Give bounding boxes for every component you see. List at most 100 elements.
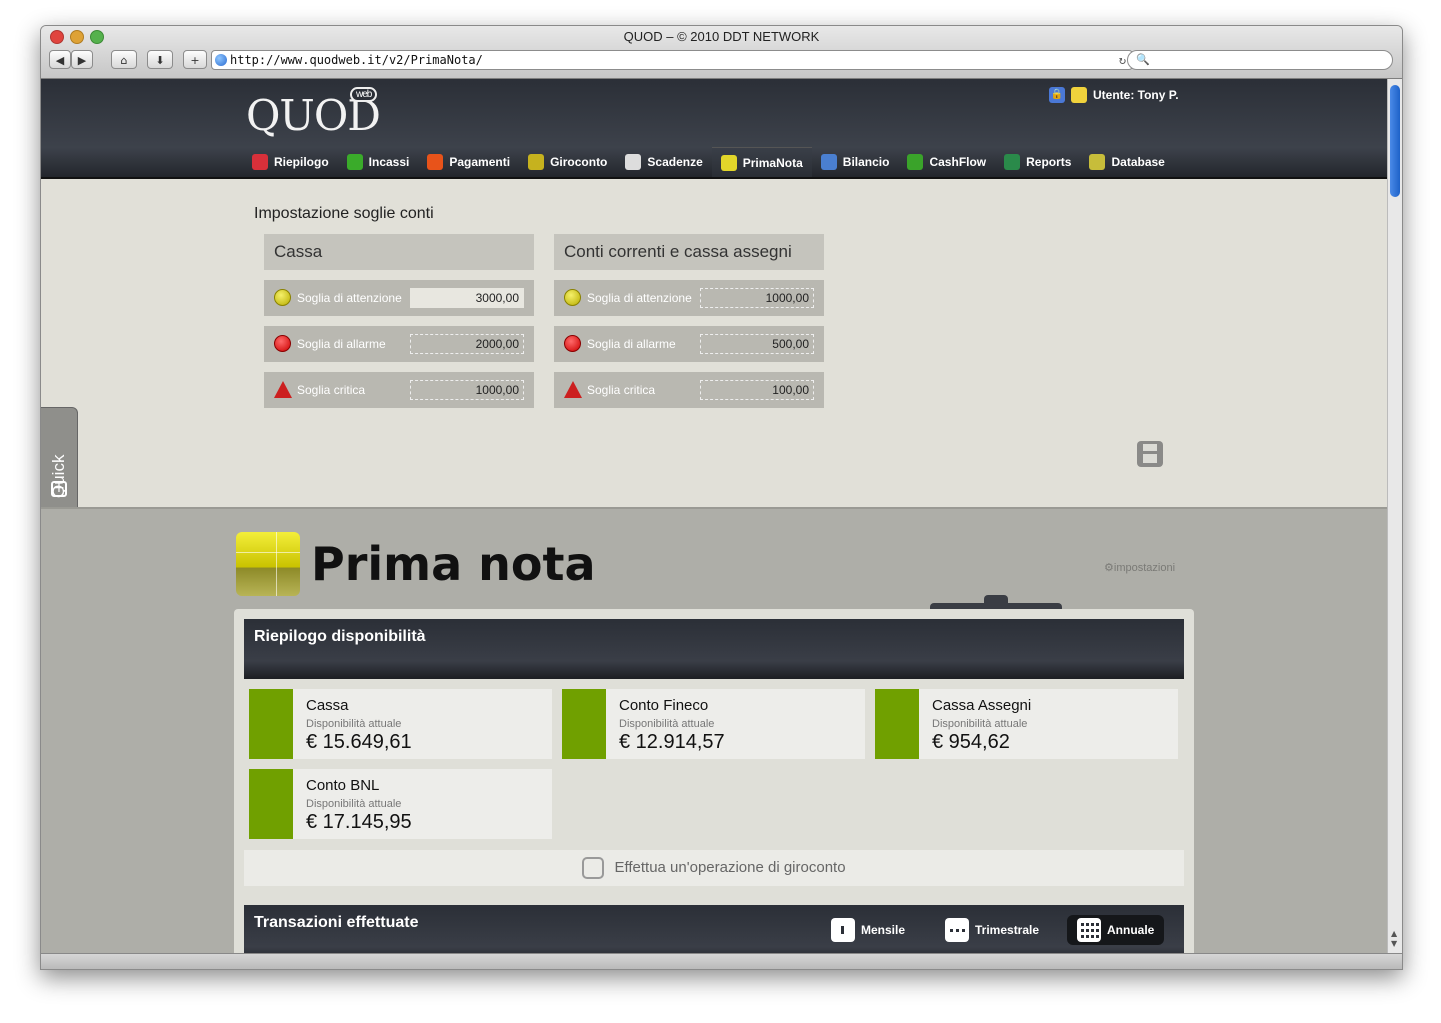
user-box: 🔒 Utente: Tony P. — [1049, 87, 1179, 103]
threshold-row: Soglia di attenzione 1000,00 — [554, 280, 824, 316]
nav-scadenze[interactable]: Scadenze — [616, 147, 711, 177]
threshold-label: Soglia di allarme — [587, 337, 676, 351]
account-card[interactable]: Conto Fineco Disponibilità attuale € 12.… — [562, 689, 865, 759]
threshold-input[interactable]: 2000,00 — [410, 334, 524, 354]
warning-dot-icon — [274, 289, 291, 306]
threshold-panel: Impostazione soglie conti Cassa Soglia d… — [41, 179, 1387, 517]
threshold-input[interactable]: 3000,00 — [410, 288, 524, 308]
threshold-input[interactable]: 500,00 — [700, 334, 814, 354]
riepilogo-icon — [252, 154, 268, 170]
column-title: Cassa — [264, 234, 534, 270]
logo-badge: web — [350, 87, 378, 102]
critical-triangle-icon — [564, 381, 582, 398]
account-name: Conto Fineco — [619, 697, 709, 714]
quick-tab[interactable]: + Quick — [41, 407, 78, 517]
quod-logo[interactable]: QUOD web — [246, 87, 381, 140]
account-name: Cassa Assegni — [932, 697, 1032, 714]
account-value: € 15.649,61 — [306, 731, 412, 753]
threshold-label: Soglia critica — [587, 383, 656, 397]
url-text: http://www.quodweb.it/v2/PrimaNota/ — [230, 53, 483, 67]
account-card[interactable]: Conto BNL Disponibilità attuale € 17.145… — [249, 769, 552, 839]
critical-triangle-icon — [274, 381, 292, 398]
account-value: € 954,62 — [932, 731, 1010, 753]
warning-dot-icon — [564, 289, 581, 306]
transfer-icon — [528, 154, 545, 170]
threshold-row: Soglia critica 100,00 — [554, 372, 824, 408]
nav-reports[interactable]: Reports — [995, 147, 1080, 177]
settings-link[interactable]: ⚙impostazioni — [1104, 561, 1175, 574]
nav-database[interactable]: Database — [1080, 147, 1173, 177]
scroll-arrows[interactable]: ▲ ▼ — [1391, 929, 1397, 949]
search-field[interactable]: 🔍 — [1127, 50, 1393, 70]
forward-button[interactable]: ▶ — [71, 50, 93, 69]
nav-primanota[interactable]: PrimaNota — [711, 147, 812, 177]
threshold-row: Soglia di attenzione 3000,00 — [264, 280, 534, 316]
nav-incassi[interactable]: Incassi — [338, 147, 419, 177]
address-bar[interactable]: http://www.quodweb.it/v2/PrimaNota/ ↻ — [211, 50, 1133, 70]
threshold-input[interactable]: 100,00 — [700, 380, 814, 400]
calendar-icon — [625, 154, 642, 170]
status-bar — [249, 689, 293, 759]
ledger-icon — [720, 154, 737, 171]
alarm-dot-icon — [274, 335, 291, 352]
nav-label: Pagamenti — [449, 155, 511, 169]
nav-label: Reports — [1026, 155, 1072, 169]
nav-label: Incassi — [368, 155, 410, 169]
status-bar — [875, 689, 919, 759]
giroconto-button[interactable]: Effettua un'operazione di giroconto — [244, 850, 1184, 886]
home-icon[interactable]: ⌂ — [111, 50, 137, 69]
nav-giroconto[interactable]: Giroconto — [519, 147, 616, 177]
account-sub: Disponibilità attuale — [932, 718, 1028, 730]
alarm-dot-icon — [564, 335, 581, 352]
user-icon — [1071, 87, 1087, 103]
year-icon — [1077, 918, 1101, 942]
nav-label: PrimaNota — [742, 155, 803, 170]
transfer-icon — [582, 857, 605, 880]
transactions-title: Transazioni effettuate — [254, 914, 419, 931]
nav-riepilogo[interactable]: Riepilogo — [243, 147, 338, 177]
globe-icon — [215, 54, 227, 66]
threshold-label: Soglia di allarme — [297, 337, 386, 351]
account-sub: Disponibilità attuale — [619, 718, 715, 730]
period-mensile[interactable]: Mensile — [821, 915, 915, 945]
period-annuale[interactable]: Annuale — [1067, 915, 1165, 945]
add-bookmark-button[interactable]: + — [183, 50, 207, 69]
back-button[interactable]: ◀ — [49, 50, 71, 69]
threshold-input[interactable]: 1000,00 — [700, 288, 814, 308]
quarter-icon — [945, 918, 969, 942]
giroconto-label: Effettua un'operazione di giroconto — [614, 859, 846, 876]
nav-cashflow[interactable]: CashFlow — [898, 147, 995, 177]
scrollbar-thumb[interactable] — [1390, 85, 1400, 197]
download-icon[interactable]: ⬇ — [147, 50, 173, 69]
threshold-input[interactable]: 1000,00 — [410, 380, 524, 400]
save-icon[interactable] — [1137, 441, 1163, 467]
chart-icon — [907, 154, 924, 170]
account-card[interactable]: Cassa Assegni Disponibilità attuale € 95… — [875, 689, 1178, 759]
lock-icon[interactable]: 🔒 — [1049, 87, 1065, 103]
status-bar — [249, 769, 293, 839]
window-title: QUOD – © 2010 DDT NETWORK — [623, 29, 820, 44]
summary-header: Riepilogo disponibilità — [244, 619, 1184, 679]
nav-pagamenti[interactable]: Pagamenti — [418, 147, 519, 177]
period-trimestrale[interactable]: Trimestrale — [935, 915, 1049, 945]
panel-title: Impostazione soglie conti — [254, 205, 434, 222]
account-sub: Disponibilità attuale — [306, 798, 402, 810]
column-title: Conti correnti e cassa assegni — [554, 234, 824, 270]
account-card[interactable]: Cassa Disponibilità attuale € 15.649,61 — [249, 689, 552, 759]
nav-label: Giroconto — [550, 155, 608, 169]
app-header: QUOD web 🔒 Utente: Tony P. Riepilogo Inc… — [41, 79, 1387, 179]
vertical-scrollbar[interactable]: ▲ ▼ — [1387, 79, 1402, 953]
transactions-header: Transazioni effettuate Mensile Trimestra… — [244, 905, 1184, 953]
nav-bilancio[interactable]: Bilancio — [812, 147, 899, 177]
nav-label: CashFlow — [929, 155, 987, 169]
summary-title: Riepilogo disponibilità — [254, 628, 426, 645]
period-label: Annuale — [1107, 923, 1155, 937]
reload-icon[interactable]: ↻ — [1119, 51, 1126, 69]
page-title: Prima nota — [311, 537, 596, 591]
settings-label: impostazioni — [1113, 562, 1176, 574]
account-name: Conto BNL — [306, 777, 380, 794]
threshold-row: Soglia di allarme 2000,00 — [264, 326, 534, 362]
status-bar — [562, 689, 606, 759]
account-name: Cassa — [306, 697, 349, 714]
search-icon: 🔍 — [1136, 53, 1150, 66]
